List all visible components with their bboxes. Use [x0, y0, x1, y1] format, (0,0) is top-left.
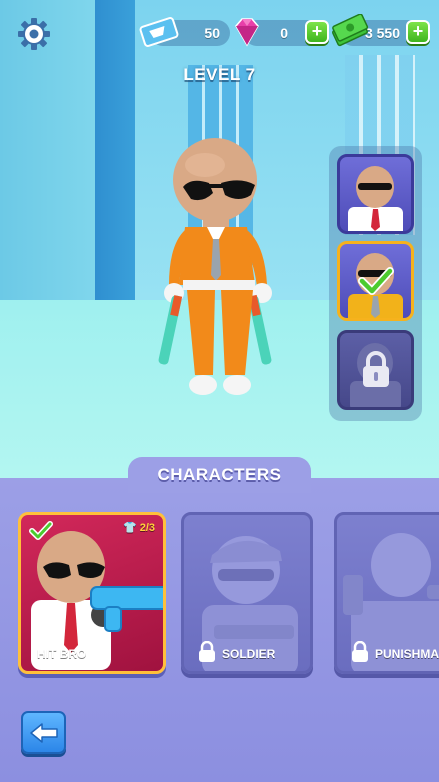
skin-suit-portrait: [348, 166, 403, 231]
skin-count-value: 2/3: [139, 522, 155, 534]
card-name-soldier: SOLDIER: [222, 647, 276, 661]
shirt-icon: 👕: [122, 522, 137, 534]
level-title: LEVEL 7: [183, 65, 256, 84]
characters-title: CHARACTERS: [128, 457, 311, 493]
check-icon: [358, 267, 394, 295]
skin-slot-locked[interactable]: [337, 330, 414, 410]
add-cash-button[interactable]: +: [406, 20, 430, 44]
cash-count: 3 550: [364, 25, 400, 41]
cash-icon: [332, 14, 369, 47]
back-button[interactable]: [21, 711, 66, 754]
ticket-count: 50: [204, 25, 220, 41]
character-card-hit-bro[interactable]: 👕 2/3 HIT BRO: [18, 512, 166, 674]
ticket-icon: [139, 17, 179, 47]
skin-selector: [329, 146, 422, 421]
lock-icon: [363, 351, 389, 387]
gem-icon: [235, 18, 259, 47]
skin-slot-prisoner[interactable]: [337, 241, 414, 321]
scene-pillar: [95, 0, 135, 330]
add-gems-button[interactable]: +: [305, 20, 329, 44]
gem-count: 0: [280, 25, 288, 41]
skin-slot-suit[interactable]: [337, 154, 414, 234]
skin-count: 👕 2/3: [123, 521, 155, 534]
settings-button[interactable]: [14, 14, 54, 54]
lock-icon: [199, 641, 215, 662]
arrow-left-icon: [29, 722, 58, 743]
lock-icon: [352, 641, 368, 662]
card-name-punisher: PUNISHMA: [375, 647, 439, 661]
card-name-hit-bro: HIT BRO: [37, 647, 87, 661]
character-model: [158, 138, 272, 395]
character-card-soldier[interactable]: SOLDIER: [181, 512, 313, 674]
selected-check-icon: [29, 521, 53, 540]
character-card-punisher[interactable]: PUNISHMA: [334, 512, 439, 674]
gear-icon: [18, 18, 50, 50]
